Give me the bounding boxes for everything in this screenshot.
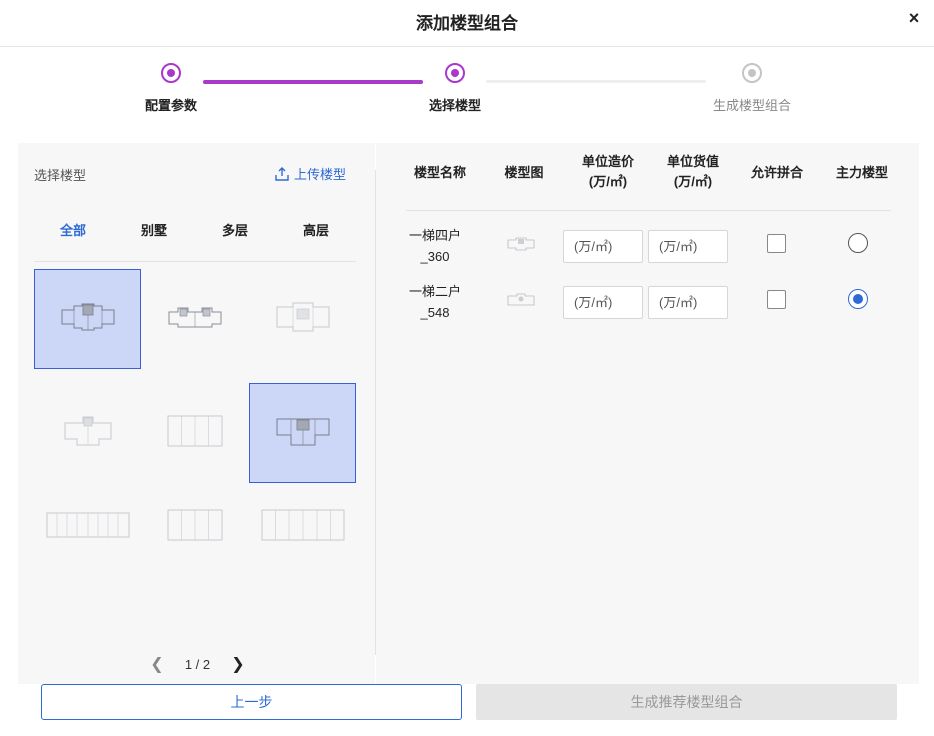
floor-plan-icon bbox=[275, 415, 331, 452]
main-type-radio[interactable] bbox=[848, 289, 868, 309]
floor-plan-icon bbox=[63, 415, 113, 452]
row-name-line1: 一梯四户 bbox=[408, 228, 461, 243]
building-type-thumb[interactable] bbox=[141, 383, 248, 483]
filter-tab-villa[interactable]: 别墅 bbox=[124, 220, 184, 239]
row-name-line2: _360 bbox=[420, 249, 450, 264]
header-cost-unit: (万/㎡) bbox=[588, 174, 628, 189]
floor-plan-icon bbox=[60, 302, 116, 337]
floor-plan-icon bbox=[261, 509, 345, 546]
floor-plan-icon bbox=[166, 304, 224, 335]
step-2-indicator bbox=[445, 63, 465, 83]
header-value: 单位货值 (万/㎡) bbox=[653, 152, 733, 192]
allow-combine-checkbox[interactable] bbox=[767, 290, 786, 309]
header-main-type: 主力楼型 bbox=[835, 165, 888, 180]
floor-plan-icon bbox=[167, 509, 223, 546]
row-name-line1: 一梯二户 bbox=[408, 284, 461, 299]
step-connector-pending bbox=[486, 80, 706, 83]
building-type-thumb[interactable] bbox=[249, 477, 356, 577]
floor-plan-icon bbox=[275, 301, 331, 338]
header-name: 楼型名称 bbox=[413, 165, 466, 180]
building-type-thumb[interactable] bbox=[249, 269, 356, 369]
row-name: 一梯四户 _360 bbox=[395, 225, 475, 267]
filter-tab-all[interactable]: 全部 bbox=[43, 220, 103, 239]
building-type-thumb[interactable] bbox=[141, 477, 248, 577]
panel-divider bbox=[375, 170, 376, 655]
step-1-indicator bbox=[161, 63, 181, 83]
floor-plan-icon bbox=[46, 512, 130, 543]
allow-combine-checkbox[interactable] bbox=[767, 234, 786, 253]
header-value-label: 单位货值 bbox=[666, 154, 719, 169]
step-3-label: 生成楼型组合 bbox=[712, 98, 791, 113]
upload-building-type-button[interactable]: 上传楼型 bbox=[274, 164, 346, 183]
filter-tab-multi-storey[interactable]: 多层 bbox=[205, 220, 265, 239]
main-type-radio[interactable] bbox=[848, 233, 868, 253]
table-header-divider bbox=[406, 210, 891, 211]
header-plan: 楼型图 bbox=[504, 165, 544, 180]
building-type-thumb[interactable] bbox=[141, 269, 248, 369]
header-cost-label: 单位造价 bbox=[581, 154, 634, 169]
generate-combination-button[interactable]: 生成推荐楼型组合 bbox=[476, 684, 897, 720]
building-type-thumb[interactable] bbox=[34, 383, 141, 483]
picker-title: 选择楼型 bbox=[34, 168, 87, 183]
floor-plan-icon bbox=[503, 290, 539, 310]
row-name-line2: _548 bbox=[420, 305, 450, 320]
chevron-right-icon[interactable]: ❯ bbox=[231, 654, 245, 674]
building-type-thumb[interactable] bbox=[34, 269, 141, 369]
filter-divider bbox=[34, 261, 356, 262]
close-icon[interactable]: × bbox=[904, 8, 924, 29]
step-3-indicator bbox=[742, 63, 762, 83]
header-cost: 单位造价 (万/㎡) bbox=[568, 152, 648, 192]
unit-cost-input[interactable] bbox=[563, 230, 643, 263]
step-1-label: 配置参数 bbox=[144, 98, 197, 113]
floor-plan-icon bbox=[167, 415, 223, 452]
step-2-label: 选择楼型 bbox=[428, 98, 481, 113]
upload-icon bbox=[274, 166, 290, 182]
row-name: 一梯二户 _548 bbox=[395, 281, 475, 323]
building-type-thumb[interactable] bbox=[249, 383, 356, 483]
chevron-left-icon[interactable]: ❮ bbox=[150, 654, 164, 674]
upload-label: 上传楼型 bbox=[294, 167, 347, 182]
unit-cost-input[interactable] bbox=[563, 286, 643, 319]
pagination: ❮ 1 / 2 ❯ bbox=[150, 654, 245, 674]
unit-value-input[interactable] bbox=[648, 286, 728, 319]
previous-step-button[interactable]: 上一步 bbox=[41, 684, 462, 720]
header-allow-combine: 允许拼合 bbox=[750, 165, 803, 180]
unit-value-input[interactable] bbox=[648, 230, 728, 263]
filter-tab-high-rise[interactable]: 高层 bbox=[286, 220, 346, 239]
header-value-unit: (万/㎡) bbox=[673, 174, 713, 189]
dialog-header: 添加楼型组合 × bbox=[0, 0, 934, 47]
floor-plan-icon bbox=[503, 234, 539, 254]
building-type-thumb[interactable] bbox=[34, 477, 141, 577]
page-indicator: 1 / 2 bbox=[184, 656, 211, 672]
step-connector-done bbox=[203, 80, 423, 84]
dialog-title: 添加楼型组合 bbox=[416, 14, 518, 33]
